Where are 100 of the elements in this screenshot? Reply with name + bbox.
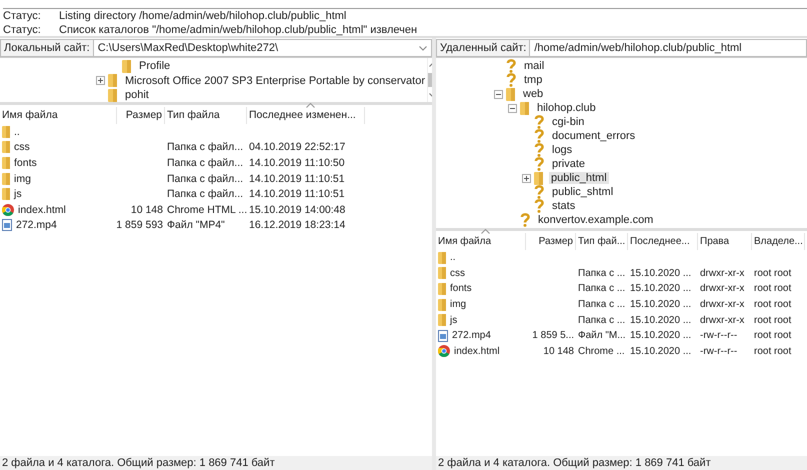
expander-icon[interactable] [494,90,503,98]
expander-icon[interactable] [508,104,517,112]
file-cell: root root [754,346,792,357]
column-header[interactable]: Последнее... [628,233,698,250]
tree-item[interactable]: pohit [123,89,151,102]
file-cell: drwxr-xr-x [700,314,744,326]
file-cell: drwxr-xr-x [700,299,744,310]
file-cell: css [14,141,30,154]
file-cell: 04.10.2019 22:52:17 [249,141,346,154]
file-cell: 1 859 593 [116,219,163,232]
file-cell: index.html [18,204,66,216]
question-mark-icon [534,185,544,199]
file-cell: Chrome ... [578,346,625,357]
question-mark-icon [506,73,516,87]
file-cell: Папка с файл... [167,156,244,169]
file-cell: Папка с ... [578,314,626,326]
tree-item[interactable]: tmp [522,74,544,86]
tree-item[interactable]: stats [550,200,578,212]
file-cell: 15.10.2020 ... [630,268,692,279]
file-cell: .. [14,126,20,138]
folder-icon [438,267,446,280]
question-mark-icon [506,59,516,73]
column-header[interactable]: Владеле... [752,233,805,250]
column-header[interactable]: Имя файла [436,233,526,250]
folder-icon [2,156,10,169]
tree-item[interactable]: web [521,88,546,100]
folder-icon [108,88,117,102]
folder-icon [438,298,446,311]
log-message: Listing directory /home/admin/web/hilohop.club/public_html [59,9,346,23]
file-cell: js [14,188,22,200]
file-cell: Chrome HTML ... [167,204,248,216]
question-mark-icon [534,129,544,143]
column-header[interactable]: Тип фай... [576,233,628,250]
file-cell: fonts [14,156,37,169]
site-label: Удаленный сайт: [436,39,530,57]
column-header[interactable]: Последнее изменен... [247,107,365,124]
file-cell: root root [754,330,792,342]
log-message: Список каталогов "/home/admin/web/hilohop.club/public_html" извлечен [59,23,418,37]
file-cell: 10 148 [543,346,574,357]
tree-item[interactable]: cgi-bin [550,116,586,128]
tree-item[interactable]: mail [522,60,546,72]
tree-item[interactable]: hilohop.club [535,102,598,114]
file-cell: 10 148 [130,204,163,216]
tree-item[interactable]: Microsoft Office 2007 SP3 Enterprise Portable by conservator [123,74,427,87]
file-cell: 1 859 5... [532,330,574,342]
file-cell: index.html [454,346,500,357]
folder-icon [438,282,446,295]
column-header[interactable]: Тип файла [165,107,247,124]
column-header[interactable]: Размер [117,107,165,124]
file-cell: drwxr-xr-x [700,283,744,294]
dropdown-icon[interactable] [419,46,427,50]
file-cell: 15.10.2019 14:00:48 [249,204,346,216]
file-cell: root root [754,299,792,310]
file-cell: img [450,299,466,310]
tree-item[interactable]: Profile [137,60,172,72]
question-mark-icon [534,199,544,213]
file-cell: Папка с файл... [167,141,244,154]
folder-icon [438,252,446,264]
tree-item[interactable]: konvertov.example.com [536,214,656,226]
folder-icon [534,172,543,184]
expander-icon[interactable] [96,76,105,86]
path-field[interactable]: /home/admin/web/hilohop.club/public_html [530,39,807,57]
site-label: Локальный сайт: [0,39,94,57]
file-cell: root root [754,314,792,326]
column-header[interactable]: Имя файла [0,107,117,124]
folder-icon [2,141,10,154]
column-header[interactable]: Права [698,233,752,250]
file-cell: fonts [450,283,472,294]
file-cell: Папка с файл... [167,172,244,185]
question-mark-icon [534,115,544,129]
file-cell: 15.10.2020 ... [630,330,692,342]
sort-icon [306,103,314,108]
file-cell: Папка с ... [578,268,626,279]
log-label: Статус: [3,9,42,23]
folder-icon [2,188,10,200]
expander-icon[interactable] [522,174,531,182]
status-bar: 2 файла и 4 каталога. Общий размер: 1 869 741 байт [436,456,807,470]
file-cell: Папка с ... [578,299,626,310]
tree-item[interactable]: logs [550,144,574,156]
file-cell: 15.10.2020 ... [630,299,692,310]
folder-icon [122,60,131,73]
file-cell: root root [754,283,792,294]
file-cell: 272.mp4 [452,330,491,342]
folder-icon [2,172,10,185]
file-cell: js [450,314,458,326]
status-bar: 2 файла и 4 каталога. Общий размер: 1 869 741 байт [0,456,432,470]
folder-icon [108,74,117,88]
file-cell: 272.mp4 [16,219,57,232]
tree-item[interactable]: public_html [549,172,609,184]
tree-item[interactable]: document_errors [550,130,638,142]
sort-icon [480,229,490,234]
file-cell: 15.10.2020 ... [630,283,692,294]
tree-item[interactable]: public_shtml [550,186,616,198]
column-header[interactable]: Размер [526,233,576,250]
folder-icon [2,126,10,138]
file-cell: 16.12.2019 18:23:14 [249,219,346,232]
tree-item[interactable]: private [550,158,588,170]
path-field[interactable]: C:\Users\MaxRed\Desktop\white272\ [94,39,432,57]
question-mark-icon [520,213,530,227]
file-cell: 14.10.2019 11:10:51 [249,188,345,200]
